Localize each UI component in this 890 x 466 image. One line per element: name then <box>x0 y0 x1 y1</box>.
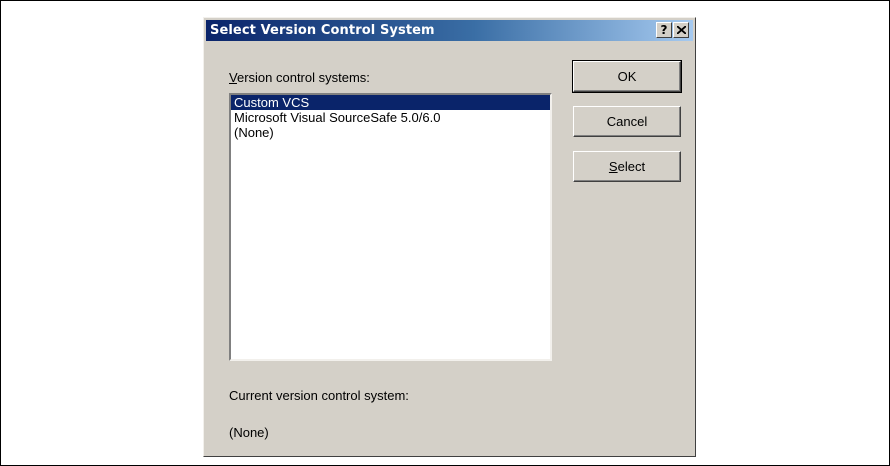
select-button[interactable]: Select <box>573 151 681 182</box>
title-bar[interactable]: Select Version Control System ? <box>206 20 693 41</box>
help-button[interactable]: ? <box>656 22 672 38</box>
ok-button[interactable]: OK <box>572 60 682 93</box>
list-item[interactable]: Microsoft Visual SourceSafe 5.0/6.0 <box>231 110 550 125</box>
dialog-title: Select Version Control System <box>210 23 435 38</box>
select-vcs-dialog: Select Version Control System ? Version … <box>203 17 696 457</box>
vcs-listbox[interactable]: Custom VCS Microsoft Visual SourceSafe 5… <box>229 93 552 361</box>
list-item[interactable]: Custom VCS <box>231 95 550 110</box>
select-button-accel: S <box>608 159 618 174</box>
vcs-list-label-text: ersion control systems: <box>236 70 370 85</box>
close-icon <box>676 26 686 34</box>
current-vcs-label: Current version control system: <box>229 388 409 403</box>
cancel-button[interactable]: Cancel <box>573 106 681 137</box>
close-button[interactable] <box>673 22 689 38</box>
vcs-list-label-accel: V <box>229 70 237 85</box>
current-vcs-value: (None) <box>229 425 269 440</box>
select-button-text: elect <box>617 159 646 174</box>
vcs-list-label: Version control systems: <box>229 70 370 85</box>
list-item[interactable]: (None) <box>231 125 550 140</box>
